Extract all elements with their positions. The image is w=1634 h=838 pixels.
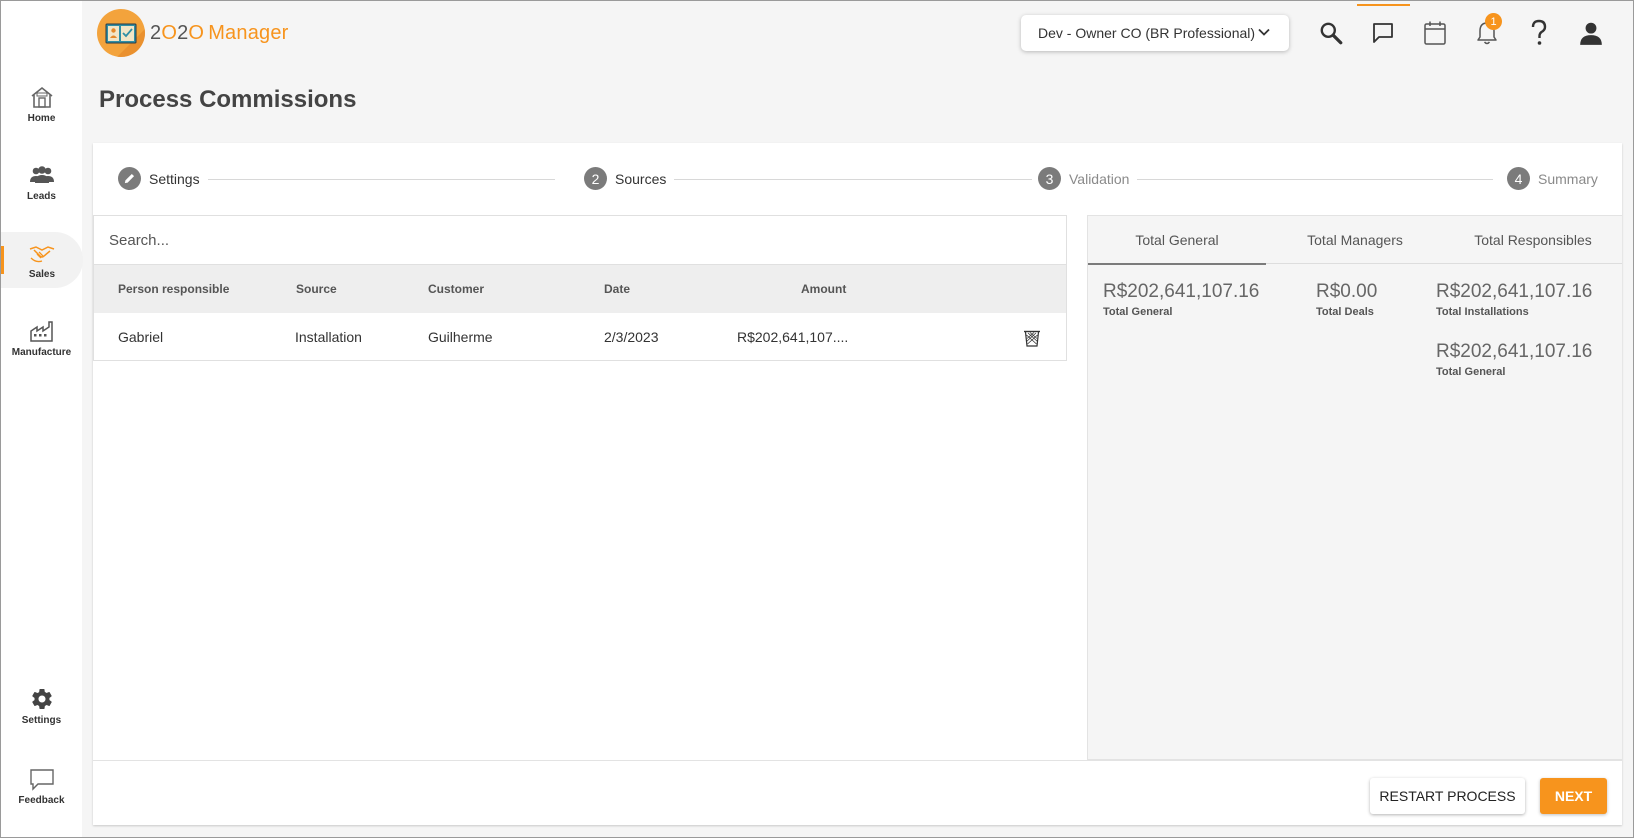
calendar-icon[interactable] xyxy=(1420,18,1450,48)
tab-total-general[interactable]: Total General xyxy=(1088,216,1266,265)
column-header[interactable]: Customer xyxy=(428,265,484,313)
search-input[interactable] xyxy=(109,231,1066,249)
sidebar-item-label: Feedback xyxy=(18,795,65,806)
amount-cell: R$202,641,107.... xyxy=(737,328,849,345)
total-value: R$202,641,107.16 xyxy=(1436,281,1593,302)
person-cell: Gabriel xyxy=(118,328,164,345)
step-number: 4 xyxy=(1507,167,1530,190)
sidebar-item-label: Sales xyxy=(28,269,56,280)
sidebar-item-manufacture[interactable]: Manufacture xyxy=(1,310,82,366)
stepper: Settings 2 Sources 3 Validation 4 Summar… xyxy=(93,143,1622,215)
process-card: Settings 2 Sources 3 Validation 4 Summar… xyxy=(93,143,1622,825)
totals-pane: Total General Total Managers Total Respo… xyxy=(1087,215,1622,760)
column-header[interactable]: Amount xyxy=(801,265,846,313)
tab-total-responsibles[interactable]: Total Responsibles xyxy=(1444,216,1622,264)
logo-wordmark: 2O2O Manager xyxy=(150,21,289,44)
sidebar-item-feedback[interactable]: Feedback xyxy=(1,758,82,814)
step-summary[interactable]: 4 Summary xyxy=(1501,167,1606,190)
column-header[interactable]: Source xyxy=(296,265,337,313)
column-header[interactable]: Person responsible xyxy=(118,265,229,313)
tab-total-managers[interactable]: Total Managers xyxy=(1266,216,1444,264)
company-select-value: Dev - Owner CO (BR Professional) xyxy=(1038,25,1256,41)
handshake-icon xyxy=(28,240,56,266)
home-icon xyxy=(28,84,56,110)
source-cell: Installation xyxy=(295,328,362,345)
search-icon[interactable] xyxy=(1316,18,1346,48)
totals-tabs: Total General Total Managers Total Respo… xyxy=(1088,216,1622,265)
page-title: Process Commissions xyxy=(99,86,357,113)
sidebar-item-label: Settings xyxy=(21,715,62,726)
factory-icon xyxy=(28,318,56,344)
sidebar: Home Leads Sales Manufacture Settings Fe… xyxy=(1,1,83,837)
step-number: 3 xyxy=(1038,167,1061,190)
pencil-icon xyxy=(118,167,141,190)
column-header[interactable]: Date xyxy=(604,265,630,313)
feedback-icon xyxy=(28,766,56,792)
step-number: 2 xyxy=(584,167,607,190)
user-icon[interactable] xyxy=(1576,18,1606,48)
step-label: Validation xyxy=(1069,170,1130,187)
step-label: Sources xyxy=(615,170,667,187)
step-settings[interactable]: Settings xyxy=(118,167,208,190)
company-select[interactable]: Dev - Owner CO (BR Professional) xyxy=(1021,15,1289,51)
total-general-summary: R$202,641,107.16 Total General xyxy=(1103,281,1259,318)
step-label: Settings xyxy=(149,170,200,187)
next-button[interactable]: NEXT xyxy=(1540,778,1607,814)
chat-active-indicator xyxy=(1357,4,1410,6)
sidebar-item-label: Manufacture xyxy=(11,347,72,358)
step-validation[interactable]: 3 Validation xyxy=(1032,167,1138,190)
people-icon xyxy=(28,162,56,188)
logo-badge-icon xyxy=(97,9,145,57)
total-value: R$202,641,107.16 xyxy=(1436,341,1593,362)
chat-icon[interactable] xyxy=(1368,18,1398,48)
search-box xyxy=(93,215,1067,265)
help-icon[interactable] xyxy=(1524,18,1554,48)
step-sources[interactable]: 2 Sources xyxy=(578,167,675,190)
notification-badge: 1 xyxy=(1485,13,1502,30)
card-footer: RESTART PROCESS NEXT xyxy=(93,760,1622,825)
step-connector xyxy=(205,179,555,180)
restart-process-button[interactable]: RESTART PROCESS xyxy=(1370,778,1525,814)
sidebar-item-label: Leads xyxy=(27,191,56,202)
sidebar-item-leads[interactable]: Leads xyxy=(1,154,82,210)
sidebar-item-label: Home xyxy=(27,113,56,124)
trash-icon[interactable] xyxy=(1021,327,1043,349)
gear-icon xyxy=(28,686,56,712)
sidebar-item-settings[interactable]: Settings xyxy=(1,678,82,734)
total-label: Total General xyxy=(1436,366,1506,378)
app-logo[interactable]: 2O2O Manager xyxy=(97,9,289,57)
chevron-down-icon xyxy=(1257,25,1271,42)
total-label: Total Installations xyxy=(1436,306,1529,318)
total-installations-summary: R$202,641,107.16 Total Installations xyxy=(1436,281,1592,318)
table-header: Person responsible Source Customer Date … xyxy=(93,265,1067,313)
customer-cell: Guilherme xyxy=(428,328,493,345)
sources-pane: Person responsible Source Customer Date … xyxy=(93,215,1068,760)
total-value: R$0.00 xyxy=(1316,281,1378,302)
step-label: Summary xyxy=(1538,170,1598,187)
step-connector xyxy=(1093,179,1493,180)
total-value: R$202,641,107.16 xyxy=(1103,281,1260,302)
total-deals-summary: R$0.00 Total Deals xyxy=(1316,281,1377,318)
total-label: Total General xyxy=(1103,306,1173,318)
sidebar-item-sales[interactable]: Sales xyxy=(1,232,83,288)
date-cell: 2/3/2023 xyxy=(604,328,659,345)
sidebar-item-home[interactable]: Home xyxy=(1,76,82,132)
total-label: Total Deals xyxy=(1316,306,1374,318)
total-general-installations: R$202,641,107.16 Total General xyxy=(1436,341,1592,378)
step-connector xyxy=(653,179,1043,180)
table-row[interactable]: Gabriel Installation Guilherme 2/3/2023 … xyxy=(93,313,1067,361)
